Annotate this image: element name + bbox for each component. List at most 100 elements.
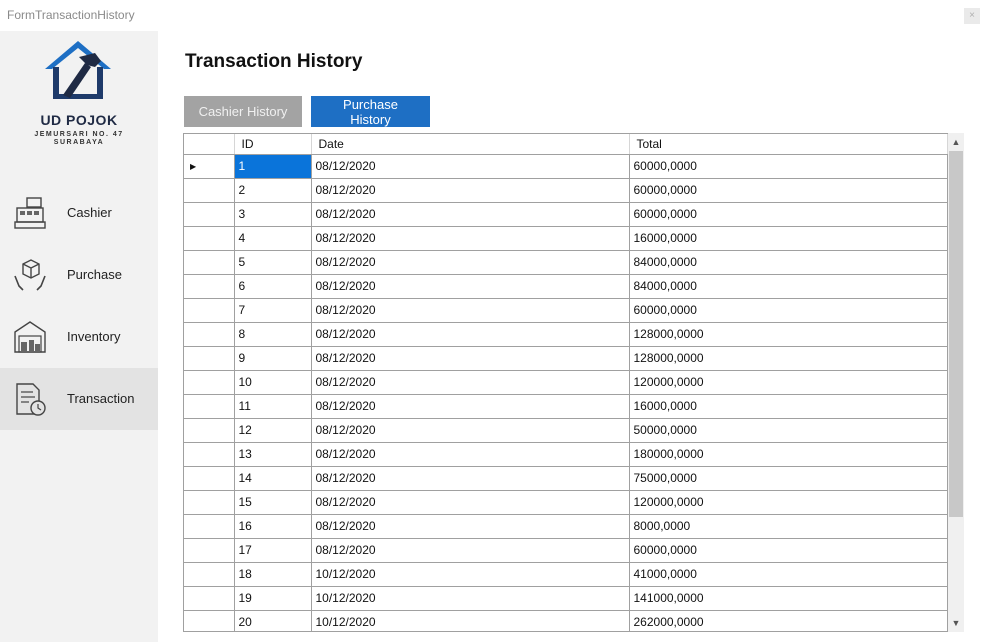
cell-total[interactable]: 75000,0000 bbox=[629, 466, 948, 491]
cell-id[interactable]: 17 bbox=[234, 538, 312, 563]
table-row[interactable]: 6 08/12/2020 84000,0000 bbox=[184, 274, 948, 299]
table-row[interactable]: 3 08/12/2020 60000,0000 bbox=[184, 202, 948, 227]
cell-date[interactable]: 08/12/2020 bbox=[311, 202, 630, 227]
cell-total[interactable]: 16000,0000 bbox=[629, 394, 948, 419]
transaction-grid[interactable]: ID Date Total ▶ 1 08/12/2020 60000,0000 2 08/… bbox=[183, 133, 963, 632]
close-icon[interactable]: × bbox=[964, 8, 980, 24]
cell-date[interactable]: 10/12/2020 bbox=[311, 586, 630, 611]
cell-id[interactable]: 14 bbox=[234, 466, 312, 491]
row-header[interactable] bbox=[184, 490, 235, 515]
cell-date[interactable]: 08/12/2020 bbox=[311, 154, 630, 179]
purchase-history-button[interactable]: Purchase History bbox=[311, 96, 430, 127]
row-header[interactable] bbox=[184, 322, 235, 347]
cell-date[interactable]: 10/12/2020 bbox=[311, 562, 630, 587]
row-header[interactable] bbox=[184, 562, 235, 587]
cell-date[interactable]: 08/12/2020 bbox=[311, 490, 630, 515]
table-row[interactable]: 19 10/12/2020 141000,0000 bbox=[184, 586, 948, 611]
cell-total[interactable]: 60000,0000 bbox=[629, 154, 948, 179]
cell-total[interactable]: 50000,0000 bbox=[629, 418, 948, 443]
cell-total[interactable]: 120000,0000 bbox=[629, 490, 948, 515]
cell-id[interactable]: 9 bbox=[234, 346, 312, 371]
table-row[interactable]: 18 10/12/2020 41000,0000 bbox=[184, 562, 948, 587]
nav-item-cashier[interactable]: Cashier bbox=[0, 182, 158, 244]
table-row[interactable]: 2 08/12/2020 60000,0000 bbox=[184, 178, 948, 203]
vertical-scrollbar[interactable]: ▲ ▼ bbox=[948, 133, 964, 632]
table-row[interactable]: 16 08/12/2020 8000,0000 bbox=[184, 514, 948, 539]
cell-date[interactable]: 08/12/2020 bbox=[311, 250, 630, 275]
nav-item-purchase[interactable]: Purchase bbox=[0, 244, 158, 306]
table-row[interactable]: 15 08/12/2020 120000,0000 bbox=[184, 490, 948, 515]
row-header[interactable] bbox=[184, 586, 235, 611]
column-header-id[interactable]: ID bbox=[234, 134, 312, 155]
cell-id[interactable]: 12 bbox=[234, 418, 312, 443]
cell-id[interactable]: 16 bbox=[234, 514, 312, 539]
cell-id[interactable]: 13 bbox=[234, 442, 312, 467]
cell-id[interactable]: 7 bbox=[234, 298, 312, 323]
cell-total[interactable]: 60000,0000 bbox=[629, 178, 948, 203]
row-header[interactable] bbox=[184, 202, 235, 227]
cell-total[interactable]: 84000,0000 bbox=[629, 274, 948, 299]
cell-date[interactable]: 08/12/2020 bbox=[311, 178, 630, 203]
row-header[interactable] bbox=[184, 370, 235, 395]
row-header[interactable] bbox=[184, 298, 235, 323]
cell-id[interactable]: 10 bbox=[234, 370, 312, 395]
table-row[interactable]: 14 08/12/2020 75000,0000 bbox=[184, 466, 948, 491]
row-header[interactable]: ▶ bbox=[184, 154, 235, 179]
cell-date[interactable]: 08/12/2020 bbox=[311, 514, 630, 539]
cell-id[interactable]: 3 bbox=[234, 202, 312, 227]
cell-id[interactable]: 5 bbox=[234, 250, 312, 275]
cell-total[interactable]: 16000,0000 bbox=[629, 226, 948, 251]
cell-date[interactable]: 08/12/2020 bbox=[311, 538, 630, 563]
scroll-thumb[interactable] bbox=[949, 151, 963, 517]
column-header-date[interactable]: Date bbox=[311, 134, 630, 155]
cell-total[interactable]: 8000,0000 bbox=[629, 514, 948, 539]
row-header[interactable] bbox=[184, 466, 235, 491]
row-header[interactable] bbox=[184, 274, 235, 299]
column-header-total[interactable]: Total bbox=[629, 134, 948, 155]
row-header[interactable] bbox=[184, 538, 235, 563]
row-header[interactable] bbox=[184, 442, 235, 467]
cell-date[interactable]: 08/12/2020 bbox=[311, 226, 630, 251]
cell-id[interactable]: 18 bbox=[234, 562, 312, 587]
table-row[interactable]: 11 08/12/2020 16000,0000 bbox=[184, 394, 948, 419]
cell-total[interactable]: 141000,0000 bbox=[629, 586, 948, 611]
cell-date[interactable]: 10/12/2020 bbox=[311, 610, 630, 631]
table-row[interactable]: 4 08/12/2020 16000,0000 bbox=[184, 226, 948, 251]
cell-date[interactable]: 08/12/2020 bbox=[311, 394, 630, 419]
row-header[interactable] bbox=[184, 346, 235, 371]
table-row[interactable]: ▶ 1 08/12/2020 60000,0000 bbox=[184, 154, 948, 179]
cell-total[interactable]: 60000,0000 bbox=[629, 298, 948, 323]
cell-id[interactable]: 8 bbox=[234, 322, 312, 347]
cell-date[interactable]: 08/12/2020 bbox=[311, 370, 630, 395]
cell-total[interactable]: 60000,0000 bbox=[629, 538, 948, 563]
scroll-up-icon[interactable]: ▲ bbox=[948, 134, 964, 150]
cell-date[interactable]: 08/12/2020 bbox=[311, 346, 630, 371]
table-row[interactable]: 7 08/12/2020 60000,0000 bbox=[184, 298, 948, 323]
table-row[interactable]: 10 08/12/2020 120000,0000 bbox=[184, 370, 948, 395]
row-header[interactable] bbox=[184, 394, 235, 419]
cell-total[interactable]: 120000,0000 bbox=[629, 370, 948, 395]
row-header[interactable] bbox=[184, 178, 235, 203]
cell-date[interactable]: 08/12/2020 bbox=[311, 442, 630, 467]
cell-id[interactable]: 2 bbox=[234, 178, 312, 203]
cell-id[interactable]: 4 bbox=[234, 226, 312, 251]
cell-date[interactable]: 08/12/2020 bbox=[311, 418, 630, 443]
table-row[interactable]: 20 10/12/2020 262000,0000 bbox=[184, 610, 948, 631]
cell-id[interactable]: 15 bbox=[234, 490, 312, 515]
nav-item-inventory[interactable]: Inventory bbox=[0, 306, 158, 368]
cell-id[interactable]: 6 bbox=[234, 274, 312, 299]
row-header[interactable] bbox=[184, 226, 235, 251]
cell-total[interactable]: 128000,0000 bbox=[629, 346, 948, 371]
row-header[interactable] bbox=[184, 418, 235, 443]
table-row[interactable]: 12 08/12/2020 50000,0000 bbox=[184, 418, 948, 443]
cell-date[interactable]: 08/12/2020 bbox=[311, 322, 630, 347]
cell-id[interactable]: 11 bbox=[234, 394, 312, 419]
cell-date[interactable]: 08/12/2020 bbox=[311, 298, 630, 323]
table-row[interactable]: 17 08/12/2020 60000,0000 bbox=[184, 538, 948, 563]
cell-date[interactable]: 08/12/2020 bbox=[311, 274, 630, 299]
scroll-down-icon[interactable]: ▼ bbox=[948, 615, 964, 631]
row-header[interactable] bbox=[184, 514, 235, 539]
cell-total[interactable]: 84000,0000 bbox=[629, 250, 948, 275]
nav-item-transaction[interactable]: Transaction bbox=[0, 368, 158, 430]
cell-total[interactable]: 128000,0000 bbox=[629, 322, 948, 347]
